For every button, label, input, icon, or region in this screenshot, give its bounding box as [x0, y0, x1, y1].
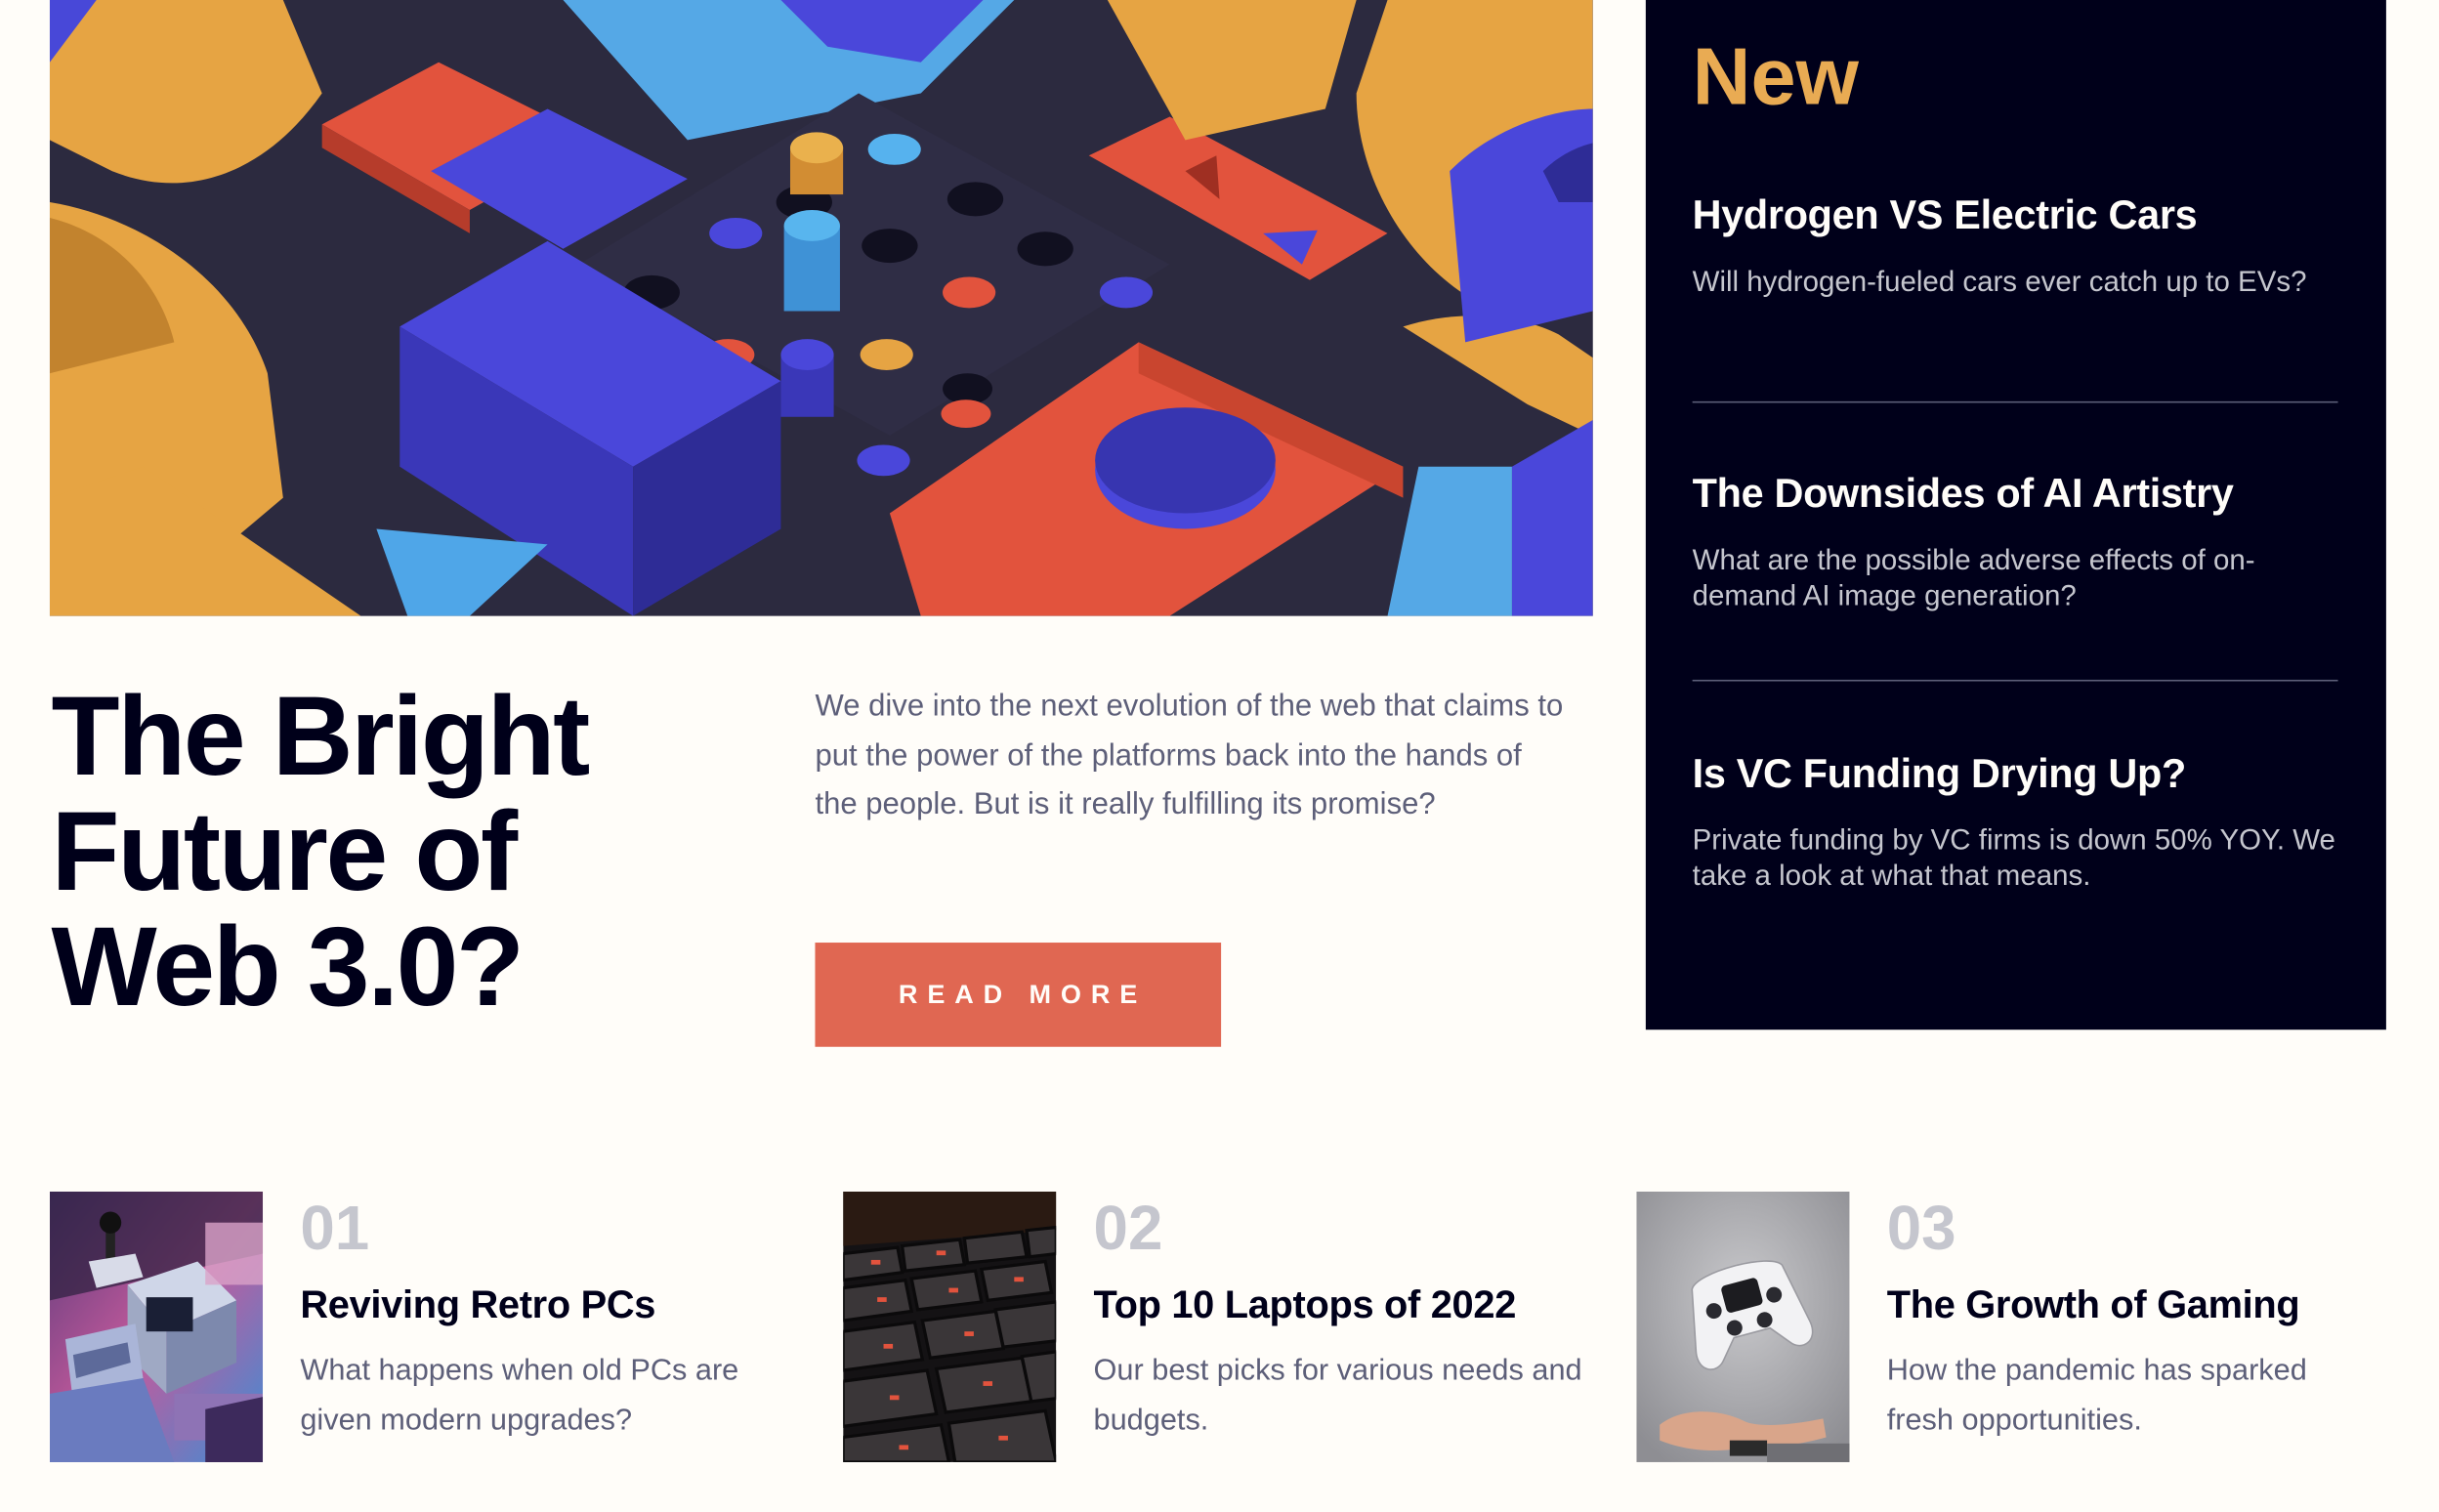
card-number: 01 [300, 1195, 370, 1264]
article-card: 02 Top 10 Laptops of 2022 Our best picks… [843, 1191, 1589, 1462]
new-article-title[interactable]: The Downsides of AI Artistry [1693, 467, 2338, 520]
article-card: 03 The Growth of Gaming How the pandemic… [1636, 1191, 2382, 1462]
retro-pcs-image[interactable] [49, 1191, 264, 1462]
new-article-item[interactable]: The Downsides of AI Artistry What are th… [1693, 467, 2338, 613]
new-article-item[interactable]: Is VC Funding Drying Up? Private funding… [1693, 746, 2338, 893]
card-description: Our best picks for various needs and bud… [1093, 1355, 1582, 1437]
new-articles-panel: New Hydrogen VS Electric Cars Will hydro… [1645, 0, 2386, 1030]
card-title[interactable]: The Growth of Gaming [1887, 1279, 2300, 1331]
article-card: 01 Reviving Retro PCs What happens when … [49, 1191, 796, 1462]
hero-description: We dive into the next evolution of the w… [815, 689, 1564, 822]
card-number: 03 [1886, 1195, 1956, 1264]
new-article-description: Private funding by VC firms is down 50% … [1692, 822, 2335, 892]
card-number: 02 [1093, 1195, 1163, 1264]
new-article-title[interactable]: Is VC Funding Drying Up? [1693, 746, 2338, 799]
hero-image [49, 0, 1593, 616]
card-description: What happens when old PCs are given mode… [300, 1355, 739, 1437]
new-article-item[interactable]: Hydrogen VS Electric Cars Will hydrogen-… [1693, 189, 2338, 299]
new-panel-heading: New [1692, 32, 1859, 123]
new-article-description: What are the possible adverse effects of… [1692, 542, 2255, 611]
read-more-button[interactable]: READ MORE [815, 943, 1222, 1047]
card-description: How the pandemic has sparked fresh oppor… [1886, 1355, 2307, 1437]
divider [1692, 679, 2338, 682]
card-title[interactable]: Top 10 Laptops of 2022 [1094, 1279, 1517, 1331]
laptop-keyboard-image[interactable] [843, 1191, 1057, 1462]
hero-title: The Bright Future of Web 3.0? [51, 675, 591, 1030]
game-controller-image[interactable] [1636, 1191, 1850, 1462]
new-article-description: Will hydrogen-fueled cars ever catch up … [1692, 264, 2307, 298]
new-article-title[interactable]: Hydrogen VS Electric Cars [1693, 189, 2338, 241]
card-title[interactable]: Reviving Retro PCs [300, 1279, 655, 1331]
page: The Bright Future of Web 3.0? We dive in… [0, 0, 2439, 1510]
divider [1692, 400, 2338, 403]
